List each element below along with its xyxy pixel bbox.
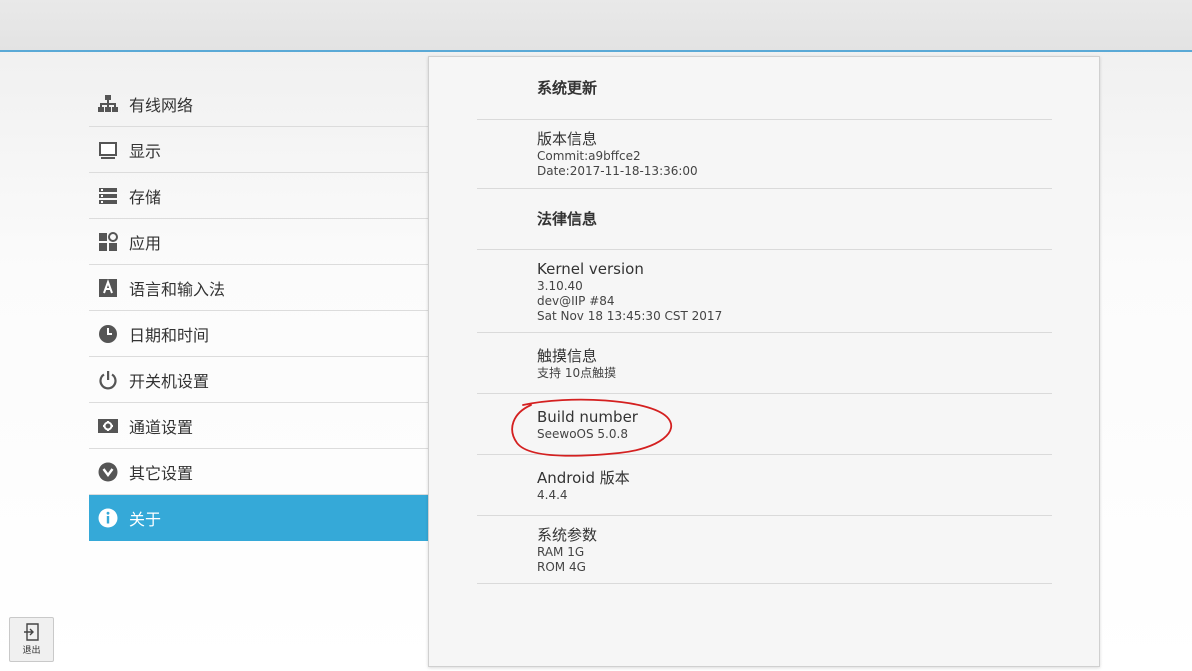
settings-sidebar: 有线网络 显示 存储 应用 语言和输入法 日期和时间 开关机设置 通道设置 其它… (89, 81, 428, 541)
version-info-row: 版本信息 Commit:a9bffce2 Date:2017-11-18-13:… (477, 120, 1052, 189)
display-icon (98, 140, 118, 160)
build-number-value: SeewoOS 5.0.8 (537, 426, 628, 441)
sidebar-item-power[interactable]: 开关机设置 (89, 357, 428, 403)
sidebar-item-label: 有线网络 (129, 95, 194, 115)
exit-icon (23, 623, 39, 641)
sidebar-item-apps[interactable]: 应用 (89, 219, 428, 265)
kernel-version-row: Kernel version 3.10.40 dev@IIP #84 Sat N… (477, 250, 1052, 333)
sidebar-item-label: 关于 (129, 510, 162, 529)
power-icon (98, 370, 118, 390)
sidebar-item-storage[interactable]: 存储 (89, 173, 428, 219)
system-params-title: 系统参数 (537, 525, 598, 544)
sidebar-item-display[interactable]: 显示 (89, 127, 428, 173)
sidebar-item-wired-network[interactable]: 有线网络 (89, 81, 428, 127)
top-bar (0, 0, 1192, 52)
sidebar-item-label: 日期和时间 (129, 325, 210, 345)
system-update-row[interactable]: 系统更新 (477, 57, 1052, 120)
build-number-row: Build number SeewoOS 5.0.8 (477, 394, 1052, 455)
sidebar-item-channel[interactable]: 通道设置 (89, 403, 428, 449)
sidebar-item-label: 显示 (129, 141, 162, 161)
clock-icon (98, 324, 118, 344)
version-date: Date:2017-11-18-13:36:00 (537, 164, 698, 178)
android-version-title: Android 版本 (537, 468, 630, 487)
sidebar-item-language[interactable]: 语言和输入法 (89, 265, 428, 311)
touch-info-title: 触摸信息 (537, 346, 598, 365)
sidebar-item-label: 通道设置 (129, 417, 194, 437)
system-params-rom: ROM 4G (537, 559, 586, 574)
system-params-row: 系统参数 RAM 1G ROM 4G (477, 516, 1052, 584)
network-icon (98, 94, 118, 114)
touch-info-value: 支持 10点触摸 (537, 365, 617, 380)
sidebar-item-label: 存储 (129, 187, 162, 207)
sidebar-item-about[interactable]: 关于 (89, 495, 428, 541)
system-update-title: 系统更新 (537, 79, 598, 97)
exit-button[interactable]: 退出 (9, 617, 54, 662)
kernel-version-title: Kernel version (537, 259, 644, 278)
channel-icon (98, 416, 118, 436)
sidebar-item-label: 应用 (129, 233, 162, 253)
chevron-down-circle-icon (98, 462, 118, 482)
sidebar-item-label: 开关机设置 (129, 371, 210, 391)
apps-icon (98, 231, 118, 252)
sidebar-item-other[interactable]: 其它设置 (89, 449, 428, 495)
kernel-build-date: Sat Nov 18 13:45:30 CST 2017 (537, 308, 723, 323)
legal-info-row[interactable]: 法律信息 (477, 189, 1052, 250)
system-params-ram: RAM 1G (537, 544, 585, 559)
storage-icon (98, 186, 118, 206)
sidebar-item-date-time[interactable]: 日期和时间 (89, 311, 428, 357)
touch-info-row: 触摸信息 支持 10点触摸 (477, 333, 1052, 394)
about-panel: 系统更新 版本信息 Commit:a9bffce2 Date:2017-11-1… (428, 56, 1100, 667)
exit-label: 退出 (22, 646, 41, 656)
build-number-title: Build number (537, 407, 638, 426)
version-commit: Commit:a9bffce2 (537, 149, 641, 163)
sidebar-item-label: 语言和输入法 (129, 279, 226, 299)
kernel-version-number: 3.10.40 (537, 278, 583, 293)
legal-info-title: 法律信息 (537, 210, 598, 228)
android-version-row: Android 版本 4.4.4 (477, 455, 1052, 516)
version-info-title: 版本信息 (537, 130, 598, 148)
info-icon (98, 508, 118, 528)
sidebar-item-label: 其它设置 (129, 463, 194, 483)
android-version-value: 4.4.4 (537, 487, 568, 502)
kernel-build-host: dev@IIP #84 (537, 293, 615, 308)
about-info-list: 系统更新 版本信息 Commit:a9bffce2 Date:2017-11-1… (477, 57, 1052, 584)
language-icon (98, 278, 118, 298)
